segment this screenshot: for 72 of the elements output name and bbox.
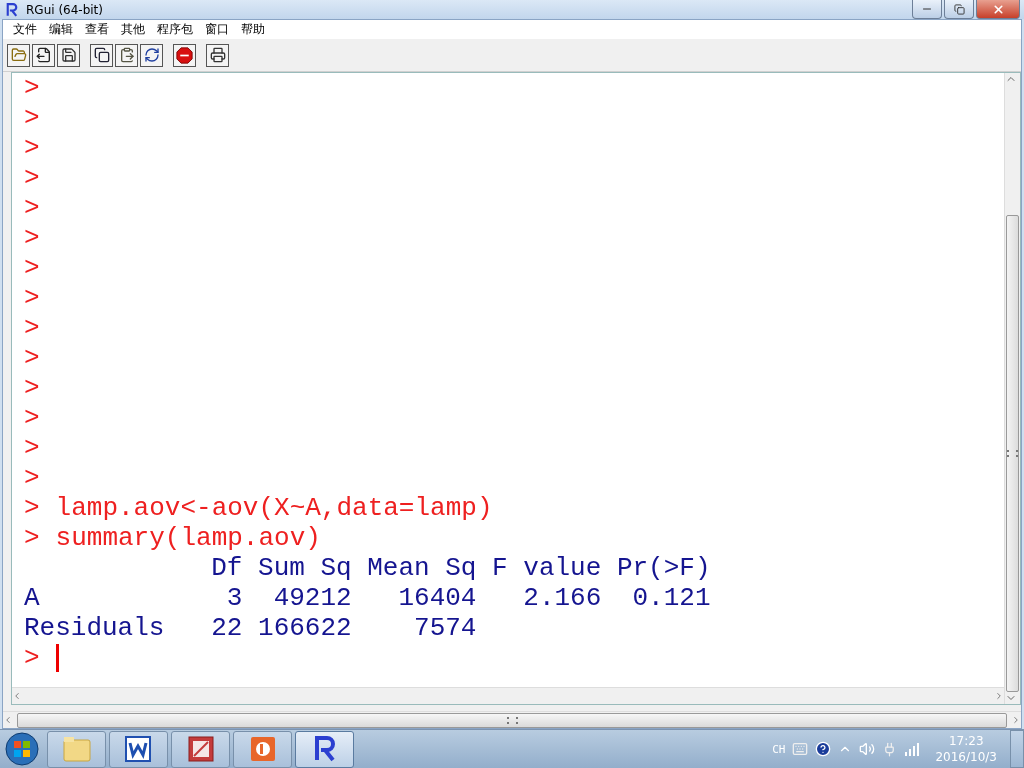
close-button[interactable] bbox=[976, 0, 1020, 19]
menu-item[interactable]: 其他 bbox=[115, 21, 151, 38]
restore-button[interactable] bbox=[944, 0, 974, 19]
prompt: > bbox=[24, 193, 40, 223]
prompt: > bbox=[24, 103, 40, 133]
window-title: RGui (64-bit) bbox=[26, 2, 104, 17]
open-folder-icon bbox=[10, 47, 27, 63]
menu-item[interactable]: 查看 bbox=[79, 21, 115, 38]
clock-time: 17:23 bbox=[948, 733, 984, 749]
folder-icon bbox=[61, 735, 92, 763]
horizontal-scrollbar[interactable] bbox=[12, 687, 1004, 704]
taskbar-app-button[interactable] bbox=[171, 730, 230, 768]
keyboard-icon[interactable] bbox=[792, 741, 809, 757]
toolbar-button[interactable] bbox=[90, 43, 113, 67]
command-text: summary(lamp.aov) bbox=[55, 523, 321, 553]
clock-date: 2016/10/3 bbox=[935, 749, 997, 765]
menu-item[interactable]: 窗口 bbox=[199, 21, 235, 38]
menu-item[interactable]: 文件 bbox=[7, 21, 43, 38]
show-desktop-button[interactable] bbox=[1010, 730, 1024, 768]
printer-icon bbox=[209, 47, 226, 63]
toolbar-button[interactable] bbox=[115, 43, 138, 67]
prompt: > bbox=[24, 163, 40, 193]
prompt: > bbox=[24, 133, 40, 163]
prompt: > bbox=[24, 493, 40, 523]
scroll-left-icon[interactable] bbox=[3, 715, 13, 725]
clipboard-icon bbox=[118, 47, 135, 63]
prompt: > bbox=[24, 223, 40, 253]
restore-icon bbox=[953, 3, 965, 15]
prompt: > bbox=[24, 253, 40, 283]
toolbar-button[interactable] bbox=[57, 43, 80, 67]
prompt: > bbox=[24, 403, 40, 433]
prompt: > bbox=[24, 463, 40, 493]
scroll-thumb[interactable] bbox=[1006, 215, 1019, 692]
help-icon[interactable] bbox=[815, 741, 832, 757]
toolbar-button[interactable] bbox=[7, 43, 30, 67]
prompt: > bbox=[24, 73, 40, 103]
output-text: Residuals 22 166622 7574 bbox=[24, 613, 477, 643]
taskbar-app-button[interactable] bbox=[295, 730, 354, 768]
menu-item[interactable]: 编辑 bbox=[43, 21, 79, 38]
minimize-button[interactable] bbox=[912, 0, 942, 19]
toolbar-button[interactable] bbox=[206, 43, 229, 67]
prompt: > bbox=[24, 313, 40, 343]
taskbar-app-button[interactable] bbox=[233, 730, 292, 768]
scroll-right-icon[interactable] bbox=[1011, 715, 1021, 725]
prompt: > bbox=[24, 283, 40, 313]
taskbar-app-button[interactable] bbox=[109, 730, 168, 768]
windows-orb-icon bbox=[5, 732, 39, 766]
toolbar-button[interactable] bbox=[32, 43, 55, 67]
vertical-scrollbar[interactable] bbox=[1004, 73, 1020, 704]
circular-arrows-icon bbox=[143, 47, 160, 63]
file-arrow-icon bbox=[35, 47, 52, 63]
stop-sign-icon bbox=[176, 46, 193, 64]
prompt: > bbox=[24, 523, 40, 553]
command-text: lamp.aov<-aov(X~A,data=lamp) bbox=[55, 493, 493, 523]
document-w-icon bbox=[123, 735, 154, 763]
close-icon bbox=[991, 2, 1005, 16]
speaker-icon[interactable] bbox=[859, 741, 876, 757]
copy-icon bbox=[93, 47, 110, 63]
scroll-right-icon[interactable] bbox=[994, 691, 1004, 701]
prompt: > bbox=[24, 433, 40, 463]
menu-item[interactable]: 帮助 bbox=[235, 21, 271, 38]
menu-item[interactable]: 程序包 bbox=[151, 21, 199, 38]
scroll-left-icon[interactable] bbox=[12, 691, 22, 701]
prompt: > bbox=[24, 343, 40, 373]
prompt: > bbox=[24, 373, 40, 403]
r-logo-icon bbox=[4, 1, 20, 18]
toolbar-button[interactable] bbox=[173, 43, 196, 67]
prompt: > bbox=[24, 643, 40, 673]
toolbar-button[interactable] bbox=[140, 43, 163, 67]
text-cursor bbox=[55, 644, 59, 672]
output-text: A 3 49212 16404 2.166 0.121 bbox=[24, 583, 711, 613]
output-text: Df Sum Sq Mean Sq F value Pr(>F) bbox=[210, 553, 711, 583]
